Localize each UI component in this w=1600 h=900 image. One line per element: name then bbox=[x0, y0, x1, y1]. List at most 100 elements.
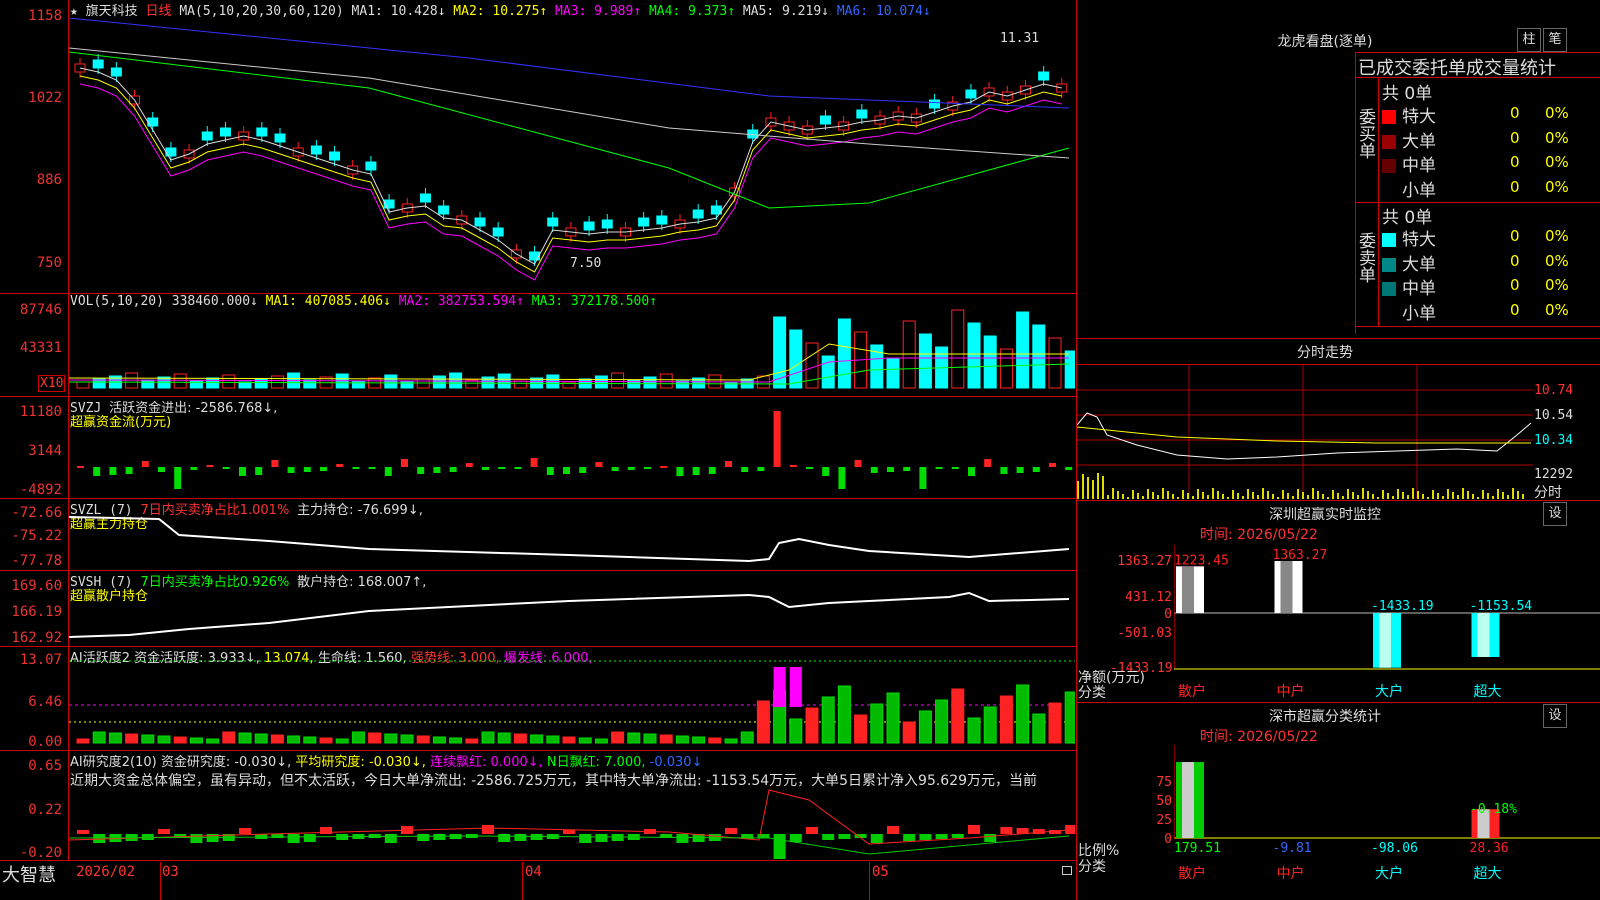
activity-bar bbox=[76, 738, 90, 744]
volume-bar bbox=[999, 348, 1013, 389]
intraday-vol-bar bbox=[1442, 496, 1444, 499]
intraday-vol-bar bbox=[1207, 495, 1209, 499]
activity-bar bbox=[1064, 691, 1075, 744]
research-bar bbox=[595, 834, 608, 842]
flow-bar bbox=[530, 458, 538, 467]
ma-params: MA(5,10,20,30,60,120) bbox=[179, 4, 344, 19]
flow-bar bbox=[93, 467, 101, 476]
svsh-axis-2: 162.92 bbox=[11, 630, 62, 646]
sz-monitor-chart[interactable]: 1223.45 散户 1363.27 中户 -1433.19 大户 -1153.54 超大 bbox=[1174, 545, 1600, 701]
flow-bar bbox=[401, 459, 408, 467]
research-bar bbox=[935, 834, 948, 839]
activity-bar bbox=[935, 699, 949, 744]
intraday-vol-bar bbox=[1122, 494, 1124, 499]
svzj-chart[interactable] bbox=[69, 397, 1075, 497]
sz-stats-chart[interactable]: 179.51 散户 -9.81 中户 -98.06 大户 28.36 超大 -0.18% bbox=[1174, 745, 1600, 900]
intraday-vol-bar bbox=[1197, 489, 1199, 499]
intraday-vol-bar bbox=[1387, 493, 1389, 499]
flow-bar bbox=[1032, 467, 1040, 472]
research-bar bbox=[676, 834, 689, 843]
intraday-vol-bar bbox=[1077, 481, 1079, 499]
svsh-chart[interactable] bbox=[69, 571, 1075, 645]
svzl-chart[interactable] bbox=[69, 499, 1075, 569]
buy-total: 共 0单 bbox=[1382, 84, 1433, 104]
ma2-line bbox=[79, 75, 1062, 273]
research-bar bbox=[384, 834, 397, 843]
activity-bar bbox=[756, 700, 770, 744]
lock-icon[interactable] bbox=[1062, 866, 1072, 875]
sz-monitor-value: 1223.45 bbox=[1174, 553, 1229, 568]
color-swatch-icon bbox=[1382, 233, 1396, 247]
vol-axis-mid: 43331 bbox=[19, 340, 62, 356]
intraday-chart[interactable] bbox=[1077, 365, 1533, 499]
sz-monitor-category: 散户 bbox=[1178, 683, 1206, 700]
flow-bar bbox=[935, 467, 943, 469]
activity-bar bbox=[92, 731, 106, 744]
sz-stats-value: -98.06 bbox=[1371, 841, 1418, 856]
intraday-vol-bar bbox=[1347, 489, 1349, 499]
candle bbox=[474, 217, 486, 227]
volume-bar bbox=[1016, 311, 1030, 389]
color-swatch-icon bbox=[1382, 282, 1396, 296]
retail-holding-line bbox=[69, 591, 1070, 638]
activity-bar bbox=[351, 731, 365, 744]
activity-bar bbox=[141, 734, 155, 744]
tick-mode-button[interactable]: 笔 bbox=[1543, 28, 1567, 52]
activity-bar bbox=[546, 735, 560, 744]
flow-bar bbox=[725, 461, 732, 467]
flow-bar bbox=[887, 467, 894, 472]
candle bbox=[601, 219, 613, 229]
svzj-axis-2: -4892 bbox=[19, 482, 62, 498]
intraday-vol-bar bbox=[1097, 473, 1099, 499]
flow-bar bbox=[222, 467, 230, 469]
intraday-vol-bar bbox=[1142, 496, 1144, 499]
candle bbox=[419, 193, 431, 203]
candle bbox=[329, 151, 341, 161]
intraday-vol-bar bbox=[1182, 490, 1184, 499]
sz-monitor-category: 大户 bbox=[1375, 683, 1403, 700]
intraday-vol-bar bbox=[1337, 493, 1339, 499]
sz-stats-value: -9.81 bbox=[1273, 841, 1312, 856]
candle bbox=[638, 217, 650, 227]
intraday-vol-bar bbox=[1377, 497, 1379, 499]
candle bbox=[819, 115, 831, 125]
column-mode-button[interactable]: 柱 bbox=[1517, 28, 1541, 52]
sz-monitor-value: -1433.19 bbox=[1371, 599, 1434, 614]
intraday-vol-bar bbox=[1277, 497, 1279, 499]
activity-bar bbox=[789, 718, 803, 744]
sz-stats-category: 中户 bbox=[1277, 865, 1305, 882]
research-bar bbox=[433, 834, 446, 840]
sz-stats-bar-shade bbox=[1182, 762, 1194, 838]
intraday-vol-bar bbox=[1432, 490, 1434, 499]
research-bar bbox=[239, 828, 251, 834]
activity-bar bbox=[659, 734, 673, 744]
activity-bar bbox=[173, 736, 187, 744]
research-bar bbox=[287, 834, 300, 843]
sz-monitor-settings-button[interactable]: 设 bbox=[1543, 502, 1567, 526]
intraday-vol-bar bbox=[1137, 493, 1139, 499]
sell-row-name: 中单 bbox=[1402, 279, 1436, 299]
research-bar bbox=[579, 834, 592, 843]
sz-stats-settings-button[interactable]: 设 bbox=[1543, 704, 1567, 728]
volume-chart[interactable] bbox=[69, 300, 1075, 395]
research-bar bbox=[887, 826, 899, 834]
research-bar bbox=[951, 834, 964, 838]
volume-bar bbox=[983, 335, 997, 389]
stock-name[interactable]: 旗天科技 bbox=[86, 4, 138, 19]
research-bar bbox=[773, 834, 786, 859]
activity-bar bbox=[1032, 713, 1046, 744]
ai-research-chart[interactable] bbox=[69, 780, 1075, 859]
ai-active-chart[interactable] bbox=[69, 647, 1075, 749]
favorite-star-icon[interactable]: ★ bbox=[70, 4, 78, 19]
volume-bar bbox=[416, 378, 430, 389]
intraday-vol-bar bbox=[1472, 494, 1474, 499]
volume-bar bbox=[805, 342, 819, 389]
candle bbox=[856, 109, 868, 119]
period-label[interactable]: 日线 bbox=[146, 4, 172, 19]
flow-bar bbox=[773, 411, 781, 467]
flow-bar bbox=[838, 467, 846, 489]
intraday-vol-bar bbox=[1457, 495, 1459, 499]
activity-bar bbox=[627, 732, 641, 744]
kline-chart[interactable] bbox=[69, 18, 1075, 292]
buy-row-value: 0 bbox=[1510, 177, 1520, 196]
